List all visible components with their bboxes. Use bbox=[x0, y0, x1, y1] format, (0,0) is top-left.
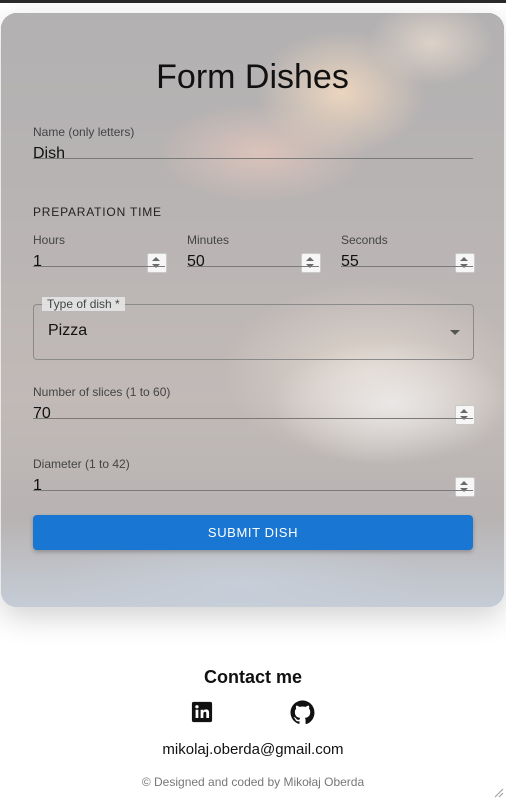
seconds-stepper[interactable] bbox=[455, 253, 475, 273]
page-title: Form Dishes bbox=[156, 58, 349, 96]
seconds-input[interactable]: 55 bbox=[341, 253, 473, 271]
hours-field[interactable]: Hours 1 bbox=[33, 233, 167, 273]
name-field[interactable]: Name (only letters) Dish bbox=[33, 125, 473, 162]
slices-input[interactable]: 70 bbox=[33, 405, 473, 423]
slices-stepper[interactable] bbox=[455, 405, 475, 425]
preparation-time-heading: PREPARATION TIME bbox=[33, 205, 162, 219]
type-of-dish-value: Pizza bbox=[48, 322, 88, 339]
top-bar bbox=[0, 0, 506, 3]
diameter-label: Diameter (1 to 42) bbox=[33, 457, 130, 471]
slices-label: Number of slices (1 to 60) bbox=[33, 385, 171, 399]
name-input[interactable]: Dish bbox=[33, 145, 473, 163]
seconds-field[interactable]: Seconds 55 bbox=[341, 233, 475, 273]
name-label: Name (only letters) bbox=[33, 125, 135, 139]
hours-input[interactable]: 1 bbox=[33, 253, 165, 271]
hours-stepper[interactable] bbox=[147, 253, 167, 273]
form: Form Dishes Name (only letters) Dish PRE… bbox=[1, 13, 504, 607]
seconds-label: Seconds bbox=[341, 233, 388, 247]
credit-text: © Designed and coded by Mikołaj Oberda bbox=[141, 775, 365, 789]
minutes-input[interactable]: 50 bbox=[187, 253, 319, 271]
diameter-input[interactable]: 1 bbox=[33, 477, 473, 495]
resize-grip-icon[interactable] bbox=[492, 786, 504, 798]
minutes-label: Minutes bbox=[187, 233, 230, 247]
contact-email[interactable]: mikolaj.oberda@gmail.com bbox=[0, 741, 506, 758]
minutes-stepper[interactable] bbox=[301, 253, 321, 273]
dropdown-arrow-icon[interactable] bbox=[450, 330, 460, 335]
slices-field[interactable]: Number of slices (1 to 60) 70 bbox=[33, 385, 475, 425]
type-of-dish-select[interactable]: Type of dish * Pizza bbox=[33, 297, 474, 360]
contact-title: Contact me bbox=[203, 667, 302, 687]
diameter-field[interactable]: Diameter (1 to 42) 1 bbox=[33, 457, 475, 497]
hours-label: Hours bbox=[33, 233, 66, 247]
github-icon[interactable] bbox=[290, 700, 315, 725]
dish-form-card: Form Dishes Name (only letters) Dish PRE… bbox=[1, 13, 504, 607]
submit-dish-button[interactable]: SUBMIT DISH bbox=[33, 515, 473, 550]
linkedin-icon[interactable] bbox=[191, 701, 213, 723]
diameter-stepper[interactable] bbox=[455, 477, 475, 497]
minutes-field[interactable]: Minutes 50 bbox=[187, 233, 321, 273]
type-of-dish-label: Type of dish * bbox=[42, 297, 125, 311]
